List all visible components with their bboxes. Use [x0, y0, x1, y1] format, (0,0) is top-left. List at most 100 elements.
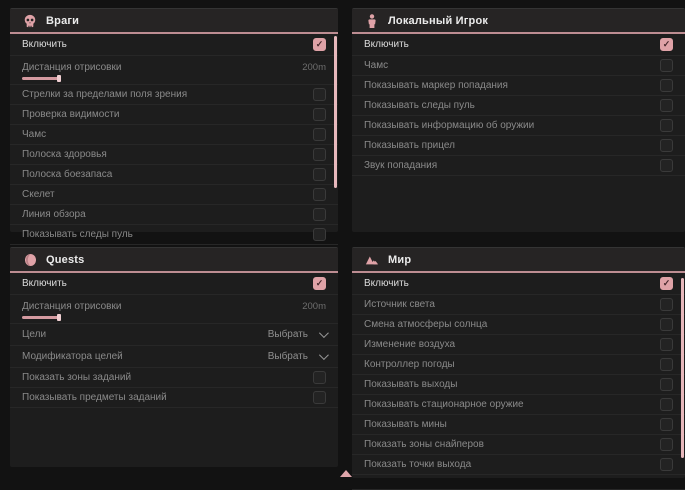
row-quest-items[interactable]: Показывать предметы заданий — [10, 388, 338, 408]
row-label: Показывать прицел — [364, 140, 455, 151]
row-offscreen-arrows[interactable]: Стрелки за пределами поля зрения — [10, 85, 338, 105]
row-chams[interactable]: Чамс — [10, 125, 338, 145]
checkbox[interactable] — [660, 358, 673, 371]
slider-fill — [22, 316, 59, 319]
slider-track[interactable] — [22, 77, 326, 80]
checkbox[interactable] — [313, 188, 326, 201]
row-quest-zones[interactable]: Показать зоны заданий — [10, 368, 338, 388]
row-goals-select[interactable]: Цели Выбрать — [10, 324, 338, 346]
resize-triangle-icon[interactable] — [340, 470, 352, 477]
row-label: Показывать следы пуль — [364, 100, 475, 111]
row-enable[interactable]: Включить — [352, 34, 685, 56]
checkbox[interactable] — [313, 128, 326, 141]
row-draw-distance[interactable]: Дистанция отрисовки 200m — [10, 56, 338, 85]
checkbox[interactable] — [313, 148, 326, 161]
slider-handle[interactable] — [57, 314, 61, 321]
checkbox[interactable] — [660, 458, 673, 471]
checkbox[interactable] — [660, 438, 673, 451]
row-label: Полоска боезапаса — [22, 169, 112, 180]
row-weapon-info[interactable]: Показывать информацию об оружии — [352, 116, 685, 136]
goals-dropdown[interactable]: Выбрать — [268, 329, 326, 340]
checkbox[interactable] — [660, 119, 673, 132]
checkbox[interactable] — [660, 378, 673, 391]
checkbox[interactable] — [660, 99, 673, 112]
checkbox[interactable] — [660, 277, 673, 290]
row-draw-distance[interactable]: Дистанция отрисовки 200m — [10, 295, 338, 324]
row-label: Показывать стационарное оружие — [364, 399, 524, 410]
checkbox[interactable] — [660, 79, 673, 92]
row-label: Источник света — [364, 299, 435, 310]
local-player-rows: Включить Чамс Показывать маркер попадани… — [352, 34, 685, 176]
slider-fill — [22, 77, 59, 80]
row-enable[interactable]: Включить — [10, 34, 338, 56]
scrollbar[interactable] — [681, 278, 684, 458]
checkbox[interactable] — [660, 59, 673, 72]
row-enable[interactable]: Включить — [10, 273, 338, 295]
row-line-of-sight[interactable]: Линия обзора — [10, 205, 338, 225]
row-crosshair[interactable]: Показывать прицел — [352, 136, 685, 156]
checkbox[interactable] — [660, 398, 673, 411]
row-stationary-weapons[interactable]: Показывать стационарное оружие — [352, 395, 685, 415]
checkbox[interactable] — [660, 139, 673, 152]
enemies-rows: Включить Дистанция отрисовки 200m Стрелк… — [10, 34, 338, 245]
row-skeleton[interactable]: Скелет — [10, 185, 338, 205]
row-bullet-traces[interactable]: Показывать следы пуль — [10, 225, 338, 245]
checkbox[interactable] — [313, 88, 326, 101]
row-label: Показывать следы пуль — [22, 229, 133, 240]
row-visibility-check[interactable]: Проверка видимости — [10, 105, 338, 125]
row-chams[interactable]: Чамс — [352, 56, 685, 76]
scrollbar[interactable] — [334, 36, 337, 188]
row-exit-points[interactable]: Показать точки выхода — [352, 455, 685, 475]
row-label: Показать зоны заданий — [22, 372, 131, 383]
checkbox[interactable] — [660, 338, 673, 351]
row-mines[interactable]: Показывать мины — [352, 415, 685, 435]
row-enable[interactable]: Включить — [352, 273, 685, 295]
quests-rows: Включить Дистанция отрисовки 200m Цели В… — [10, 273, 338, 408]
checkbox[interactable] — [313, 168, 326, 181]
row-hit-marker[interactable]: Показывать маркер попадания — [352, 76, 685, 96]
row-label: Дистанция отрисовки — [22, 301, 121, 312]
checkbox[interactable] — [660, 38, 673, 51]
row-label: Показывать маркер попадания — [364, 80, 508, 91]
checkbox[interactable] — [313, 208, 326, 221]
panel-quests-header: Quests — [10, 248, 338, 273]
row-bullet-traces[interactable]: Показывать следы пуль — [352, 96, 685, 116]
checkbox[interactable] — [313, 108, 326, 121]
row-sun-atmosphere[interactable]: Смена атмосферы солнца — [352, 315, 685, 335]
person-icon — [365, 14, 379, 28]
row-label: Цели — [22, 329, 46, 340]
row-health-bar[interactable]: Полоска здоровья — [10, 145, 338, 165]
checkbox[interactable] — [660, 159, 673, 172]
row-label: Полоска здоровья — [22, 149, 107, 160]
row-label: Включить — [22, 39, 67, 50]
row-hit-sound[interactable]: Звук попадания — [352, 156, 685, 176]
row-ammo-bar[interactable]: Полоска боезапаса — [10, 165, 338, 185]
checkbox[interactable] — [660, 318, 673, 331]
row-label: Показывать выходы — [364, 379, 457, 390]
row-sniper-zones[interactable]: Показать зоны снайперов — [352, 435, 685, 455]
slider-value: 200m — [302, 62, 326, 73]
checkbox[interactable] — [313, 277, 326, 290]
row-label: Показать зоны снайперов — [364, 439, 484, 450]
row-air-change[interactable]: Изменение воздуха — [352, 335, 685, 355]
row-exits[interactable]: Показывать выходы — [352, 375, 685, 395]
row-goal-modifiers-select[interactable]: Модификатора целей Выбрать — [10, 346, 338, 368]
row-weather-controller[interactable]: Контроллер погоды — [352, 355, 685, 375]
checkbox[interactable] — [313, 371, 326, 384]
row-light-source[interactable]: Источник света — [352, 295, 685, 315]
checkbox[interactable] — [660, 418, 673, 431]
chevron-down-icon — [319, 328, 329, 338]
panel-world: Мир Включить Источник света Смена атмосф… — [352, 247, 685, 478]
mountain-icon — [365, 253, 379, 267]
row-label: Включить — [364, 278, 409, 289]
checkbox[interactable] — [660, 298, 673, 311]
slider-handle[interactable] — [57, 75, 61, 82]
slider-track[interactable] — [22, 316, 326, 319]
row-label: Звук попадания — [364, 160, 437, 171]
checkbox[interactable] — [313, 228, 326, 241]
panel-quests: Quests Включить Дистанция отрисовки 200m… — [10, 247, 338, 467]
checkbox[interactable] — [313, 38, 326, 51]
goal-modifiers-dropdown[interactable]: Выбрать — [268, 351, 326, 362]
checkbox[interactable] — [313, 391, 326, 404]
dropdown-value: Выбрать — [268, 351, 308, 362]
